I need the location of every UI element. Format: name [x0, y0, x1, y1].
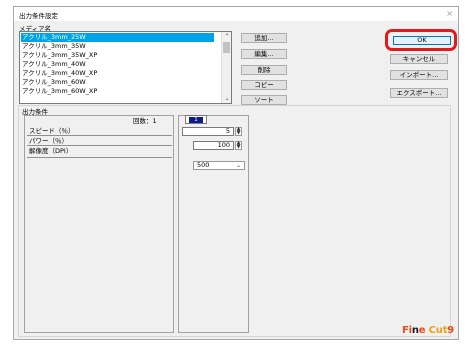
- edit-button[interactable]: 編集...: [241, 49, 287, 59]
- media-list-scrollbar[interactable]: ⌃ ⌄: [221, 32, 231, 103]
- media-item[interactable]: アクリル_3mm_35W: [21, 42, 214, 51]
- param-speed-label: スピード（％）: [27, 127, 172, 136]
- dpi-select[interactable]: 500 ⌄: [193, 161, 245, 170]
- media-item[interactable]: アクリル_3mm_40W_XP: [21, 69, 214, 78]
- media-item[interactable]: アクリル_3mm_60W_XP: [21, 87, 214, 96]
- media-item[interactable]: アクリル_3mm_40W: [21, 60, 214, 69]
- param-divider: [27, 157, 172, 158]
- media-item[interactable]: アクリル_3mm_35W_XP: [21, 51, 214, 60]
- cancel-button[interactable]: キャンセル: [390, 54, 448, 64]
- export-button[interactable]: エクスポート...: [390, 88, 448, 98]
- media-item[interactable]: アクリル_3mm_25W: [21, 33, 214, 42]
- power-stepper-icon[interactable]: ▲ ▼: [235, 141, 242, 150]
- tab-pass-1[interactable]: 1: [185, 115, 207, 124]
- copy-button[interactable]: コピー: [241, 80, 287, 90]
- ok-highlight-ring: OK: [385, 29, 457, 51]
- pass-count-label: 回数：1: [133, 117, 157, 125]
- ok-button[interactable]: OK: [393, 36, 451, 45]
- param-power-label: パワー（％）: [27, 137, 172, 146]
- fine-cut-logo: Fine Cut9: [402, 325, 455, 336]
- delete-button[interactable]: 削除: [241, 65, 287, 75]
- sort-button[interactable]: ソート: [241, 95, 287, 105]
- dialog-title: 出力条件設定: [19, 12, 58, 20]
- scroll-down-icon[interactable]: ⌄: [222, 94, 231, 103]
- settings-dialog: 出力条件設定 × メディア名 アクリル_3mm_25W アクリル_3mm_35W…: [13, 6, 459, 340]
- add-button[interactable]: 追加...: [241, 33, 287, 43]
- scroll-up-icon[interactable]: ⌃: [222, 32, 231, 41]
- parameter-name-panel: スピード（％） パワー（％） 解像度（DPI）: [24, 115, 174, 333]
- scroll-thumb[interactable]: [223, 42, 230, 53]
- close-icon[interactable]: ×: [446, 9, 453, 18]
- dpi-value: 500: [197, 161, 210, 169]
- tab-number-badge: 1: [189, 117, 203, 123]
- speed-stepper-icon[interactable]: ▲ ▼: [235, 127, 242, 136]
- import-button[interactable]: インポート...: [390, 70, 448, 80]
- title-bar: 出力条件設定 ×: [14, 7, 458, 21]
- media-list[interactable]: アクリル_3mm_25W アクリル_3mm_35W アクリル_3mm_35W_X…: [19, 31, 232, 104]
- param-dpi-label: 解像度（DPI）: [29, 147, 73, 155]
- chevron-down-icon: ⌄: [235, 162, 241, 169]
- speed-input[interactable]: 5: [182, 127, 234, 136]
- media-item[interactable]: アクリル_3mm_60W: [21, 78, 214, 87]
- power-input[interactable]: 100: [193, 141, 234, 150]
